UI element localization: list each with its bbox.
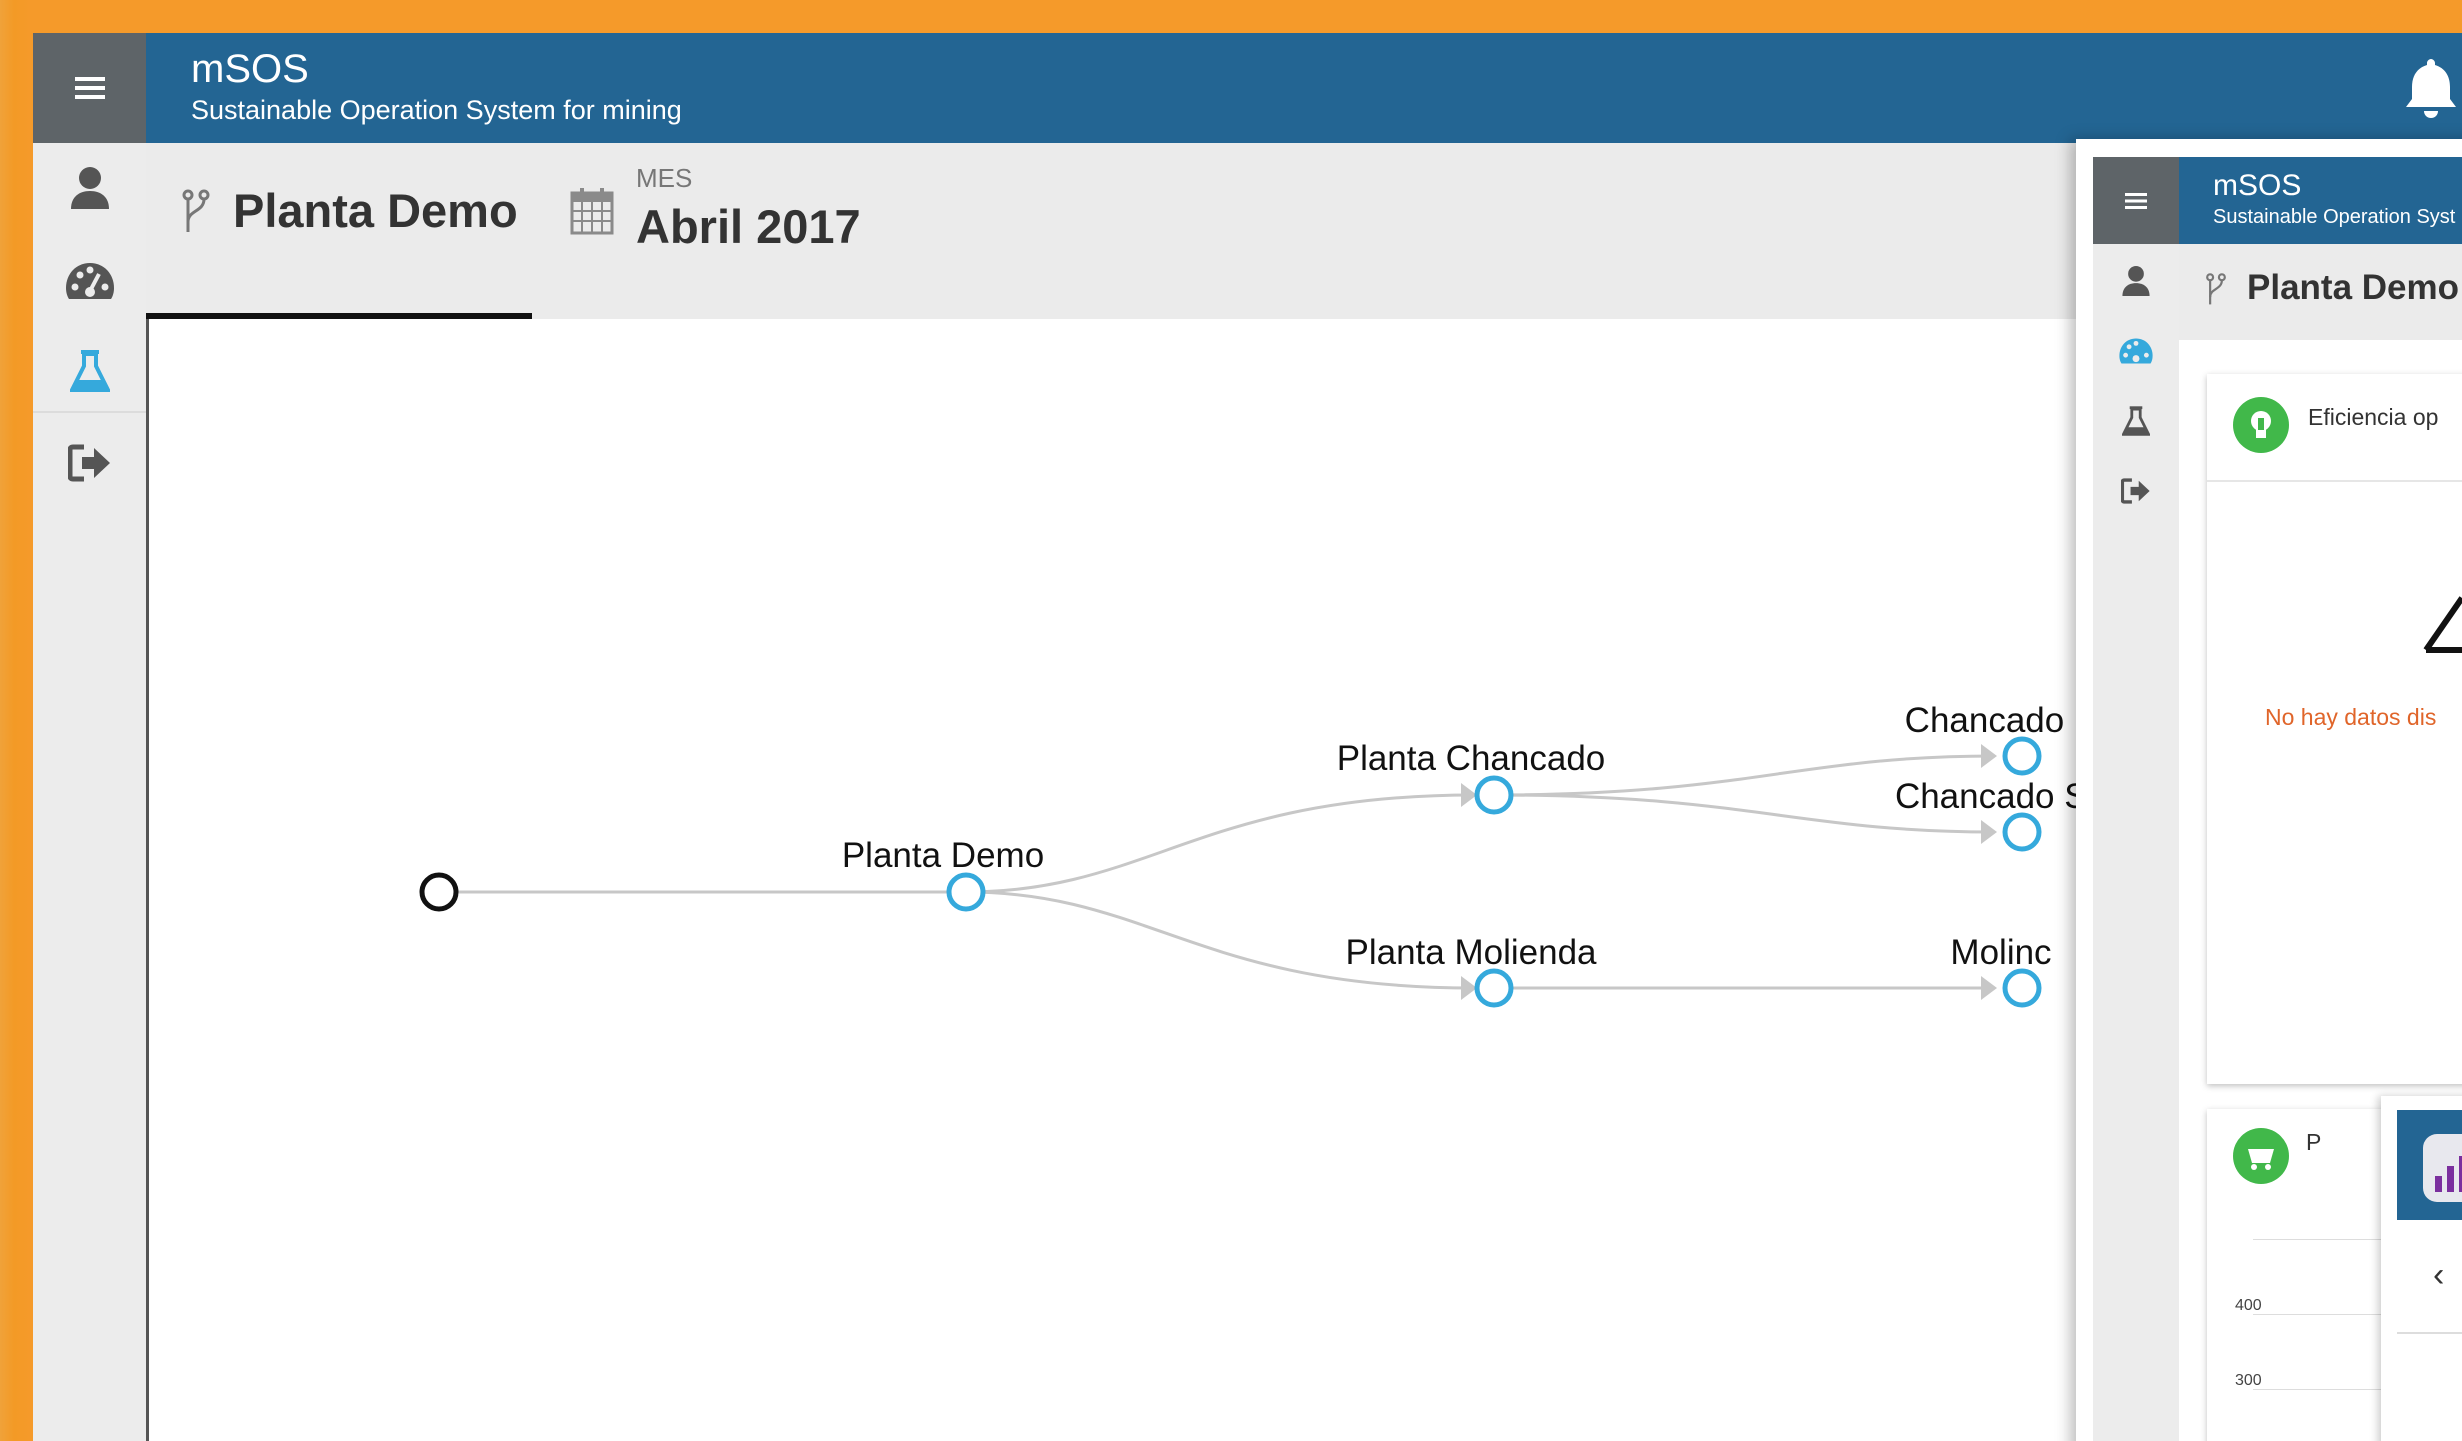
plant-tree-graph: Planta Demo Planta Chancado Planta Molie… bbox=[419, 701, 2107, 1008]
node-chancado-primario[interactable] bbox=[2002, 736, 2042, 776]
tab-planta-label: Planta Demo bbox=[233, 184, 518, 237]
arrow-chancado-secundario bbox=[1981, 820, 1997, 844]
overlay-tab-planta-label[interactable]: Planta Demo bbox=[2247, 268, 2459, 308]
node-label-planta-molienda: Planta Molienda bbox=[1346, 933, 1598, 972]
bar-chart-icon[interactable] bbox=[2421, 1132, 2462, 1204]
flask-icon bbox=[69, 350, 110, 392]
overlay-sidebar-item-user[interactable] bbox=[2093, 246, 2179, 316]
branch-icon bbox=[2206, 273, 2226, 305]
app-title: mSOS bbox=[191, 47, 309, 91]
lightbulb-icon bbox=[2233, 397, 2289, 453]
plant-tree-canvas: Planta Demo Planta Chancado Planta Molie… bbox=[146, 319, 2109, 1441]
app-subtitle: Sustainable Operation System for mining bbox=[191, 95, 682, 125]
back-chevron-icon[interactable]: ‹ bbox=[2433, 1256, 2444, 1295]
node-planta-chancado[interactable] bbox=[1474, 775, 1514, 815]
sidebar-item-user[interactable] bbox=[33, 143, 146, 233]
dashboard-gauge-icon bbox=[2119, 338, 2153, 364]
overlay-menu-button[interactable] bbox=[2093, 157, 2179, 244]
menu-button[interactable] bbox=[33, 33, 146, 143]
overlay-sidebar-item-logout[interactable] bbox=[2093, 456, 2179, 526]
logout-icon bbox=[2121, 478, 2150, 504]
overlay-panel-header bbox=[2397, 1110, 2462, 1220]
overlay-sidebar-item-lab[interactable] bbox=[2093, 386, 2179, 456]
warning-icon bbox=[2423, 596, 2462, 653]
user-icon bbox=[2122, 266, 2150, 296]
overlay-side-panel: ‹ bbox=[2381, 1096, 2462, 1441]
overlay-chart-title: P bbox=[2306, 1129, 2322, 1155]
sidebar-divider bbox=[33, 411, 146, 413]
node-label-planta-chancado: Planta Chancado bbox=[1337, 739, 1606, 778]
overlay-card-header: Eficiencia op bbox=[2207, 374, 2462, 482]
flask-icon bbox=[2122, 406, 2150, 436]
overlay-app-title: mSOS bbox=[2213, 169, 2302, 202]
sidebar-item-lab[interactable] bbox=[33, 326, 146, 416]
mining-cart-icon bbox=[2233, 1128, 2289, 1184]
tabs-bar: Planta Demo MES Abril 2017 bbox=[146, 143, 2106, 321]
node-label-molino: Molinc bbox=[1950, 933, 2051, 972]
arrow-molino bbox=[1981, 976, 1997, 1000]
overlay-app-subtitle: Sustainable Operation Syst bbox=[2213, 206, 2456, 228]
sidebar bbox=[33, 143, 146, 1441]
node-molino[interactable] bbox=[2002, 968, 2042, 1008]
chart-axis-tick-400: 400 bbox=[2235, 1297, 2262, 1314]
tab-planta[interactable]: Planta Demo bbox=[146, 143, 532, 321]
dashboard-gauge-icon bbox=[65, 263, 114, 299]
overlay-window: mSOS Sustainable Operation Syst Planta D… bbox=[2076, 139, 2462, 1441]
overlay-efficiency-card: Eficiencia op No hay datos dis bbox=[2207, 374, 2462, 1084]
node-label-planta-demo: Planta Demo bbox=[842, 836, 1044, 875]
sidebar-item-dashboard[interactable] bbox=[33, 236, 146, 326]
hamburger-icon bbox=[2125, 192, 2147, 209]
overlay-card-title: Eficiencia op bbox=[2308, 404, 2439, 430]
node-planta-demo[interactable] bbox=[946, 872, 986, 912]
tree-root-node[interactable] bbox=[419, 872, 459, 912]
hamburger-icon bbox=[74, 77, 105, 99]
sidebar-item-logout[interactable] bbox=[33, 418, 146, 508]
top-header: mSOS Sustainable Operation System for mi… bbox=[33, 33, 2462, 143]
app-screen: mSOS Sustainable Operation System for mi… bbox=[33, 33, 2462, 1441]
overlay-tabs-bar: Planta Demo bbox=[2179, 244, 2462, 340]
branch-icon bbox=[182, 189, 210, 232]
node-planta-molienda[interactable] bbox=[1474, 968, 1514, 1008]
user-icon bbox=[70, 167, 109, 209]
node-label-chancado-primario: Chancado P bbox=[1905, 701, 2098, 740]
overlay-sidebar-item-dashboard[interactable] bbox=[2093, 316, 2179, 386]
overlay-panel-divider bbox=[2397, 1332, 2462, 1334]
calendar-icon bbox=[570, 188, 614, 235]
bell-icon[interactable] bbox=[2396, 53, 2462, 123]
overlay-sidebar bbox=[2093, 244, 2179, 1441]
logout-icon bbox=[67, 444, 110, 482]
node-chancado-secundario[interactable] bbox=[2002, 812, 2042, 852]
chart-axis-tick-300: 300 bbox=[2235, 1372, 2262, 1389]
arrow-chancado-primario bbox=[1981, 744, 1997, 768]
tab-periodo-label: Abril 2017 bbox=[636, 200, 861, 253]
tree-links bbox=[439, 754, 1995, 990]
overlay-no-data-message: No hay datos dis bbox=[2265, 704, 2437, 730]
tab-periodo-caption: MES bbox=[636, 163, 693, 193]
